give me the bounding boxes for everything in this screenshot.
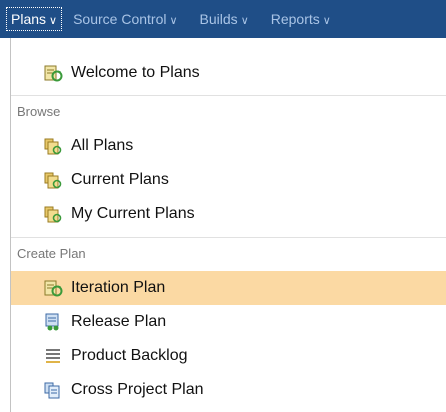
chevron-down-icon: ∨ (322, 15, 331, 27)
tab-label: Source Control (73, 11, 167, 27)
cross-project-plan-icon (44, 382, 60, 399)
menu-item-label: Cross Project Plan (71, 381, 204, 398)
menu-item-welcome-to-plans[interactable]: Welcome to Plans (11, 56, 446, 90)
menu-item-my-current-plans[interactable]: My Current Plans (11, 197, 446, 231)
tab-plans[interactable]: Plans ∨ (6, 7, 63, 31)
tab-label: Reports (270, 11, 320, 27)
menu-item-label: Release Plan (71, 313, 167, 330)
tab-source-control[interactable]: Source Control ∨ (62, 11, 188, 27)
menu-item-iteration-plan[interactable]: Iteration Plan (11, 271, 446, 305)
plans-folder-icon (44, 138, 62, 155)
menu-item-label: Iteration Plan (71, 279, 166, 296)
menu-item-label: My Current Plans (71, 205, 195, 222)
section-heading-browse: Browse (11, 96, 446, 126)
tab-reports[interactable]: Reports ∨ (260, 11, 342, 27)
plans-folder-icon (44, 206, 62, 223)
chevron-down-icon: ∨ (240, 15, 249, 27)
plans-folder-icon (44, 172, 62, 189)
iteration-plan-icon (44, 280, 63, 297)
chevron-down-icon: ∨ (169, 15, 178, 27)
menu-item-label: All Plans (71, 137, 134, 154)
menu-item-current-plans[interactable]: Current Plans (11, 163, 446, 197)
section-heading-label: Create Plan (17, 245, 86, 261)
section-heading-label: Browse (17, 103, 61, 119)
tab-builds[interactable]: Builds ∨ (189, 11, 260, 27)
menu-item-cross-project-plan[interactable]: Cross Project Plan (11, 373, 446, 407)
chevron-down-icon: ∨ (49, 15, 58, 27)
menu-item-label: Welcome to Plans (71, 64, 200, 81)
menu-item-product-backlog[interactable]: Product Backlog (11, 339, 446, 373)
tab-label: Builds (199, 11, 238, 27)
menu-item-label: Product Backlog (71, 347, 188, 364)
menu-item-release-plan[interactable]: Release Plan (11, 305, 446, 339)
section-heading-create-plan: Create Plan (11, 238, 446, 268)
menu-item-all-plans[interactable]: All Plans (11, 129, 446, 163)
tab-label: Plans (11, 11, 47, 27)
plans-dropdown-menu: Welcome to Plans Browse All Plans Curren… (10, 38, 446, 412)
plan-welcome-icon (44, 65, 63, 82)
release-plan-icon (45, 313, 59, 331)
top-nav: Plans ∨ Source Control ∨ Builds ∨ Reports ∨ (0, 0, 446, 38)
backlog-list-icon (46, 349, 60, 363)
menu-item-label: Current Plans (71, 171, 169, 188)
